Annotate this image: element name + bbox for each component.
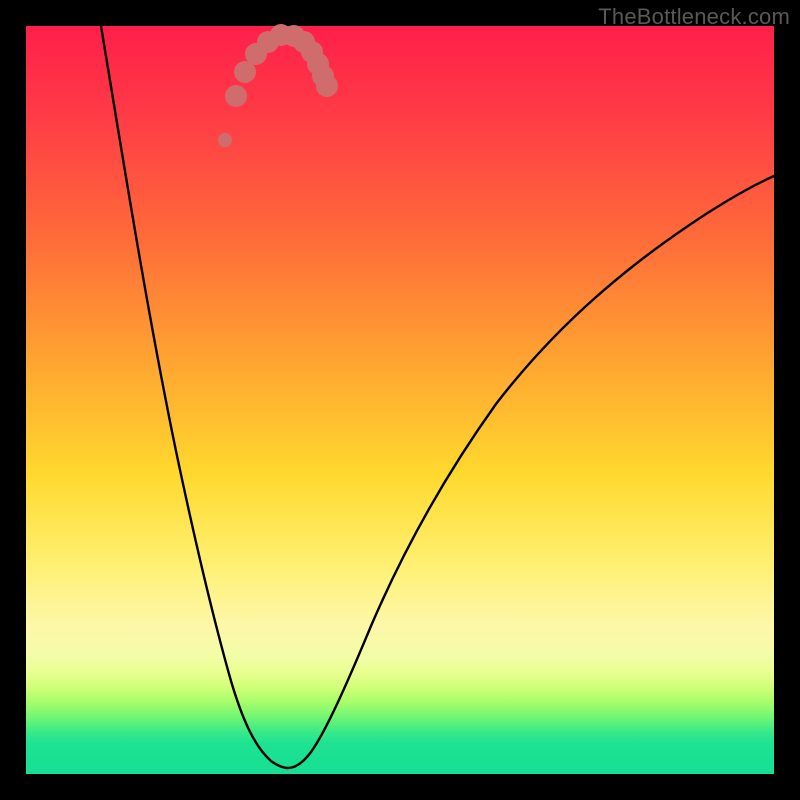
outer-frame: TheBottleneck.com xyxy=(0,0,800,800)
bottleneck-curve xyxy=(101,26,774,768)
highlight-dot xyxy=(316,75,338,97)
chart-svg xyxy=(26,26,774,774)
highlight-dot xyxy=(225,85,247,107)
highlight-dots-group xyxy=(218,24,338,147)
plot-area xyxy=(26,26,774,774)
watermark-text: TheBottleneck.com xyxy=(598,4,790,30)
highlight-dot xyxy=(218,133,232,147)
